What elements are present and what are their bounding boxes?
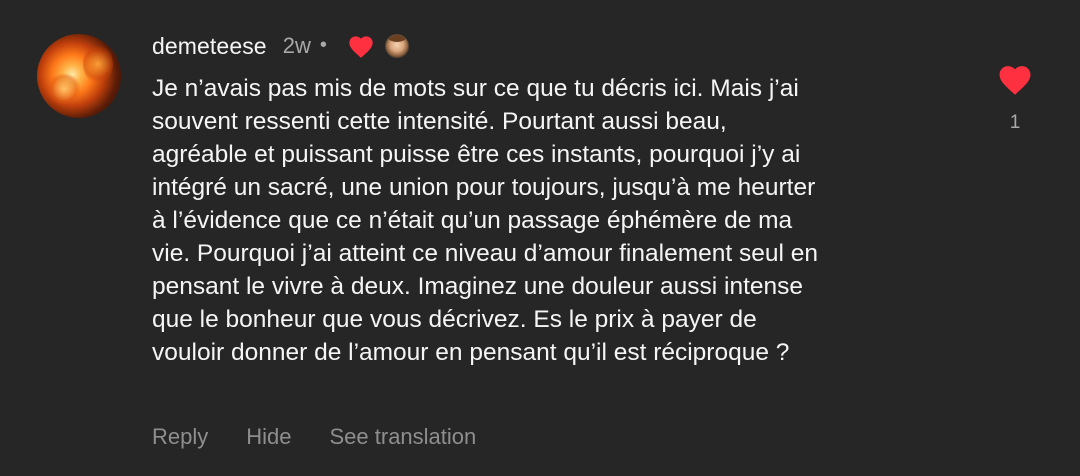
comment-header: demeteese 2w • bbox=[152, 28, 409, 64]
liked-by-author-indicator bbox=[347, 33, 409, 59]
author-avatar bbox=[384, 34, 409, 58]
avatar-flame-detail bbox=[83, 44, 113, 84]
avatar-flame-detail bbox=[47, 74, 81, 104]
heart-icon[interactable] bbox=[996, 62, 1034, 96]
comment-item: demeteese 2w • Je n’avais pas mis de mot… bbox=[0, 0, 1080, 476]
comment-timestamp[interactable]: 2w bbox=[283, 33, 311, 59]
comment-text: Je n’avais pas mis de mots sur ce que tu… bbox=[152, 75, 818, 366]
user-avatar[interactable] bbox=[37, 34, 121, 118]
reply-button[interactable]: Reply bbox=[152, 424, 208, 450]
see-translation-button[interactable]: See translation bbox=[330, 424, 477, 450]
comment-actions: Reply Hide See translation bbox=[152, 424, 476, 450]
heart-icon bbox=[349, 36, 373, 58]
username-link[interactable]: demeteese bbox=[152, 33, 267, 60]
separator-dot: • bbox=[319, 33, 327, 56]
hide-button[interactable]: Hide bbox=[246, 424, 291, 450]
like-column: 1 bbox=[990, 62, 1040, 134]
like-count[interactable]: 1 bbox=[1010, 112, 1021, 134]
